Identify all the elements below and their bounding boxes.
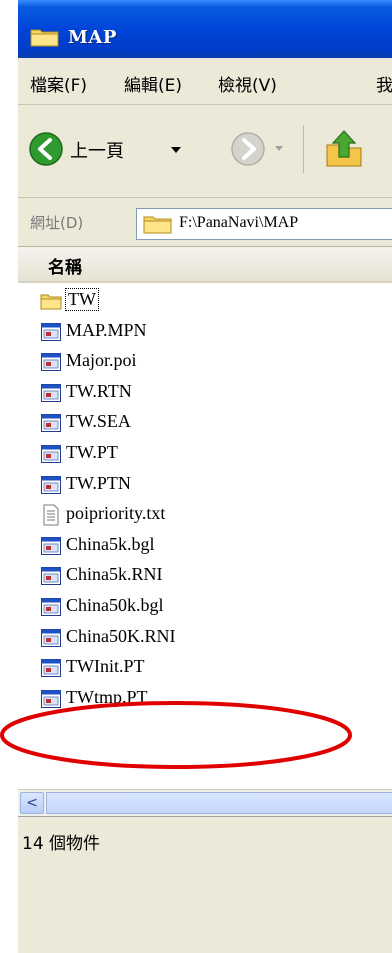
file-name: TW.RTN (66, 380, 132, 401)
title-bar[interactable]: MAP (18, 0, 392, 58)
menu-edit[interactable]: 編輯(E) (124, 71, 182, 96)
back-arrow-icon (29, 132, 63, 166)
file-name: TWInit.PT (66, 656, 145, 677)
column-header-label: 名稱 (48, 258, 82, 278)
application-file-icon (40, 443, 62, 465)
address-path: F:\PanaNavi\MAP (179, 214, 299, 231)
menu-file[interactable]: 檔案(F) (30, 71, 87, 96)
forward-dropdown-icon[interactable] (274, 145, 284, 153)
application-file-icon (40, 627, 62, 649)
menu-bar: 檔案(F) 編輯(E) 檢視(V) 我 (18, 58, 392, 105)
file-row[interactable]: China50k.bgl (40, 592, 370, 622)
horizontal-scrollbar[interactable]: < (18, 789, 392, 816)
file-row[interactable]: China5k.RNI (40, 561, 370, 591)
text-file-icon (40, 504, 62, 526)
file-row[interactable]: TW.SEA (40, 408, 370, 438)
back-label: 上一頁 (70, 141, 124, 162)
address-input[interactable]: F:\PanaNavi\MAP (136, 208, 392, 240)
application-file-icon (40, 474, 62, 496)
file-name: Major.poi (66, 350, 137, 371)
file-row[interactable]: MAP.MPN (40, 317, 370, 347)
file-row[interactable]: TW.PTN (40, 470, 370, 500)
file-row[interactable]: China50K.RNI (40, 623, 370, 653)
application-file-icon (40, 565, 62, 587)
forward-arrow-icon[interactable] (230, 131, 266, 167)
application-file-icon (40, 412, 62, 434)
status-bar: 14 個物件 (18, 816, 392, 953)
status-text: 14 個物件 (22, 834, 101, 854)
file-name: China50k.bgl (66, 595, 164, 615)
application-file-icon (40, 382, 62, 404)
application-file-icon (40, 535, 62, 557)
file-name: TW (65, 288, 99, 311)
file-name: MAP.MPN (66, 319, 147, 340)
file-row[interactable]: TW.PT (40, 439, 370, 469)
folder-icon (30, 29, 59, 47)
address-bar: 網址(D) F:\PanaNavi\MAP (18, 198, 392, 247)
application-file-icon (40, 321, 62, 343)
dropdown-arrow-icon[interactable] (170, 145, 182, 155)
explorer-window: MAP 檔案(F) 編輯(E) 檢視(V) 我 上一頁 網址(D) F:\Pan… (18, 0, 392, 953)
toolbar: 上一頁 (18, 105, 392, 198)
file-row[interactable]: TWtmp.PT (40, 684, 370, 714)
application-file-icon (40, 657, 62, 679)
file-name: TW.PT (66, 442, 118, 462)
folder-icon (143, 216, 172, 234)
column-header-name[interactable]: 名稱 (18, 247, 392, 283)
application-file-icon (40, 596, 62, 618)
file-name: China50K.RNI (66, 625, 176, 646)
file-row[interactable]: Major.poi (40, 347, 370, 377)
application-file-icon (40, 688, 62, 710)
window-title: MAP (68, 27, 117, 48)
file-row[interactable]: poipriority.txt (40, 500, 370, 530)
file-row[interactable]: TW (40, 286, 370, 316)
file-name: TW.PTN (66, 472, 131, 493)
file-row[interactable]: China5k.bgl (40, 531, 370, 561)
file-name: TW.SEA (66, 411, 131, 432)
file-list[interactable]: TW MAP.MPN Major.poi TW.RTN TW.SEA TW.PT TW.PT… (18, 283, 392, 789)
file-row[interactable]: TWInit.PT (40, 653, 370, 683)
back-button[interactable]: 上一頁 (28, 127, 218, 173)
file-row[interactable]: TW.RTN (40, 378, 370, 408)
file-name: TWtmp.PT (66, 686, 148, 707)
file-name: poipriority.txt (66, 503, 166, 524)
menu-favorites[interactable]: 我 (376, 71, 392, 96)
file-name: China5k.RNI (66, 564, 163, 585)
menu-view[interactable]: 檢視(V) (218, 71, 277, 96)
address-label: 網址(D) (30, 214, 84, 232)
folder-icon (40, 290, 62, 312)
file-name: China5k.bgl (66, 533, 155, 554)
application-file-icon (40, 351, 62, 373)
toolbar-separator (303, 125, 304, 173)
up-folder-icon[interactable] (324, 127, 364, 169)
scroll-thumb[interactable] (46, 792, 392, 814)
scroll-left-button[interactable]: < (20, 792, 44, 814)
